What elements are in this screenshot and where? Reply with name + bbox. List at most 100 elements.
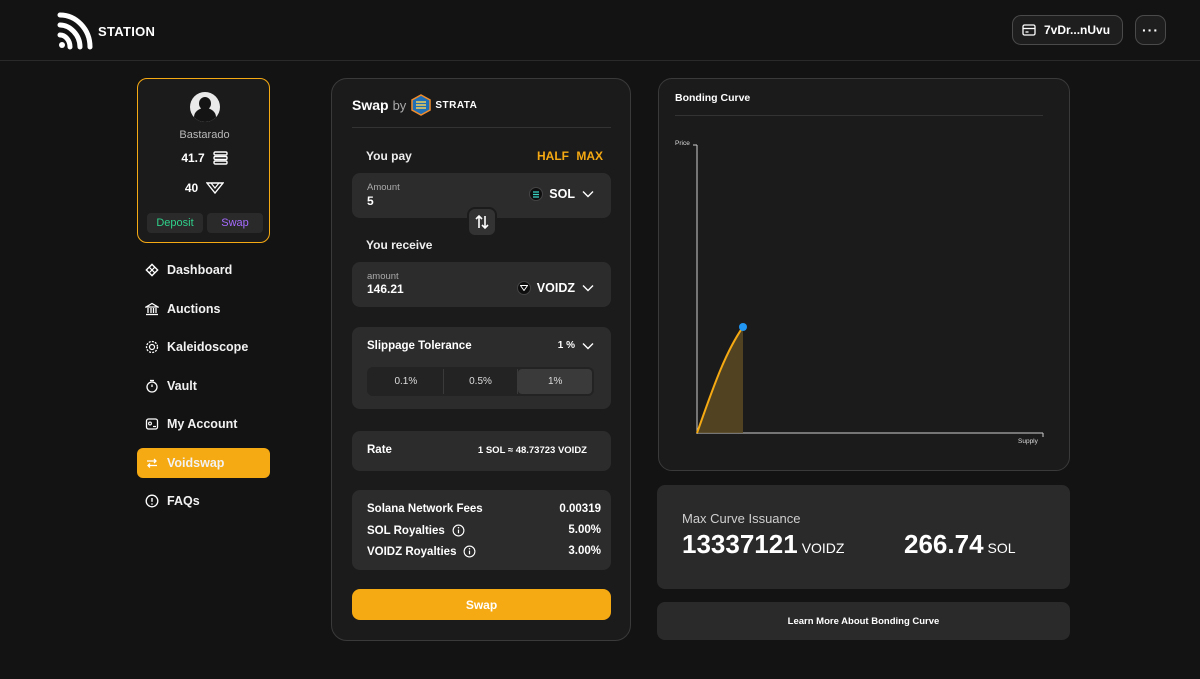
sidebar-item-label: Auctions	[167, 301, 221, 316]
issuance-voidz: 13337121 VOIDZ	[682, 529, 844, 560]
chevron-down-icon	[582, 285, 594, 292]
pay-token-select[interactable]: SOL	[529, 187, 594, 201]
avatar[interactable]	[190, 92, 220, 122]
wallet-button[interactable]: 7vDr...nUvu	[1012, 15, 1123, 45]
fees-section: Solana Network Fees 0.00319 SOL Royaltie…	[352, 490, 611, 570]
you-pay-label: You pay	[366, 149, 412, 163]
fee-label: SOL Royalties	[367, 524, 445, 537]
receive-amount-label: amount	[367, 271, 399, 282]
issuance-sol-amount: 266.74	[904, 529, 984, 559]
deposit-button[interactable]: Deposit	[147, 213, 203, 233]
max-curve-issuance-card: Max Curve Issuance 13337121 VOIDZ 266.74…	[657, 485, 1070, 589]
curve-fill-area	[697, 327, 743, 433]
sidebar-item-voidswap[interactable]: Voidswap	[137, 447, 270, 478]
bank-icon	[145, 302, 159, 315]
issuance-voidz-amount: 13337121	[682, 529, 798, 559]
max-button[interactable]: MAX	[576, 149, 603, 163]
swap-by: by	[392, 97, 407, 113]
receive-token-symbol: VOIDZ	[536, 281, 575, 295]
fee-label: VOIDZ Royalties	[367, 545, 457, 558]
pay-amount-label: Amount	[367, 182, 400, 193]
token-balance-row: 41.7	[138, 151, 271, 165]
stack-coins-icon	[212, 151, 228, 165]
app-logo[interactable]: STATION	[56, 11, 155, 51]
info-icon[interactable]	[452, 524, 465, 537]
vault-icon	[146, 379, 158, 393]
username: Bastarado	[179, 129, 230, 141]
x-axis-label: Supply	[1018, 438, 1039, 445]
swap-shortcut-button[interactable]: Swap	[207, 213, 263, 233]
swap-arrows-icon	[147, 458, 157, 468]
wallet-icon	[1022, 24, 1036, 36]
fee-value: 3.00%	[568, 545, 601, 557]
swap-button[interactable]: Swap	[352, 589, 611, 620]
ellipsis-icon: ···	[1142, 22, 1159, 38]
fee-value: 0.00319	[559, 503, 601, 515]
kaleidoscope-icon	[145, 340, 159, 354]
more-options-button[interactable]: ···	[1135, 15, 1166, 45]
fee-label: Solana Network Fees	[367, 503, 483, 515]
divider	[352, 127, 611, 128]
slippage-label: Slippage Tolerance	[367, 340, 472, 352]
sidebar-item-dashboard[interactable]: Dashboard	[137, 255, 270, 285]
slippage-options: 0.1% 0.5% 1%	[367, 367, 594, 396]
sidebar-item-vault[interactable]: Vault	[137, 371, 270, 401]
y-axis-label: Price	[675, 140, 690, 147]
sol-icon	[529, 187, 544, 201]
issuance-label: Max Curve Issuance	[682, 511, 801, 526]
sidebar-item-label: Voidswap	[167, 455, 225, 470]
sidebar-item-my-account[interactable]: My Account	[137, 409, 270, 439]
voidz-logo-icon	[206, 182, 225, 194]
current-point-marker	[739, 323, 747, 331]
bonding-curve-panel: Bonding Curve Price Supply	[658, 78, 1070, 471]
sidebar-item-label: FAQs	[167, 494, 200, 508]
slippage-option-0-5[interactable]: 0.5%	[444, 369, 519, 394]
slippage-option-0-1[interactable]: 0.1%	[369, 369, 444, 394]
sidebar-item-label: Vault	[167, 378, 197, 393]
rate-section: Rate 1 SOL ≈ 48.73723 VOIDZ	[352, 431, 611, 471]
fee-row-sol-royalties: SOL Royalties 5.00%	[367, 524, 601, 537]
sidebar-item-label: My Account	[167, 417, 238, 431]
issuance-sol: 266.74 SOL	[904, 529, 1016, 560]
swap-vertical-icon	[475, 214, 489, 230]
sidebar-item-label: Kaleidoscope	[167, 340, 249, 354]
top-bar: STATION 7vDr...nUvu ···	[0, 0, 1200, 61]
pay-amount-input[interactable]: 5	[367, 194, 374, 208]
sidebar-item-kaleidoscope[interactable]: Kaleidoscope	[137, 332, 270, 362]
receive-amount-box[interactable]: amount 146.21 VOIDZ	[352, 262, 611, 307]
slippage-option-1[interactable]: 1%	[518, 369, 593, 394]
pay-token-symbol: SOL	[549, 187, 575, 201]
profile-card: Bastarado 41.7 40 Deposit Swap	[137, 78, 270, 243]
slippage-section: Slippage Tolerance 1 % 0.1% 0.5% 1%	[352, 327, 611, 409]
fee-row-network: Solana Network Fees 0.00319	[367, 503, 601, 515]
station-logo-icon	[57, 12, 93, 50]
voidz-token-icon	[516, 281, 531, 295]
info-icon[interactable]	[463, 545, 476, 558]
token-balance: 41.7	[181, 151, 205, 165]
slippage-value: 1 %	[557, 340, 575, 351]
strata-brand: STRATA	[435, 99, 478, 111]
voidz-balance-row: 40	[138, 181, 271, 195]
voidz-balance: 40	[184, 181, 199, 195]
fee-value: 5.00%	[568, 524, 601, 536]
fee-row-voidz-royalties: VOIDZ Royalties 3.00%	[367, 545, 601, 558]
info-icon	[145, 494, 159, 508]
swap-title: Swap	[352, 97, 389, 113]
chevron-down-icon	[582, 342, 594, 349]
slippage-dropdown[interactable]: 1 %	[558, 340, 594, 351]
sidebar-item-faqs[interactable]: FAQs	[137, 486, 270, 516]
receive-amount-input[interactable]: 146.21	[367, 282, 404, 296]
rate-value: 1 SOL ≈ 48.73723 VOIDZ	[477, 445, 587, 456]
switch-direction-button[interactable]	[467, 207, 497, 237]
sidebar-item-label: Dashboard	[167, 263, 233, 277]
half-button[interactable]: HALF	[537, 149, 569, 163]
chevron-down-icon	[582, 191, 594, 198]
swap-panel: Swap by STRATA You pay HALF MAX Amount 5…	[331, 78, 631, 641]
strata-logo-icon	[411, 94, 432, 116]
learn-more-button[interactable]: Learn More About Bonding Curve	[657, 602, 1070, 640]
sidebar-item-auctions[interactable]: Auctions	[137, 294, 270, 324]
issuance-voidz-unit: VOIDZ	[801, 540, 845, 556]
receive-token-select[interactable]: VOIDZ	[516, 281, 594, 295]
issuance-sol-unit: SOL	[987, 540, 1016, 556]
wallet-address: 7vDr...nUvu	[1044, 23, 1111, 37]
